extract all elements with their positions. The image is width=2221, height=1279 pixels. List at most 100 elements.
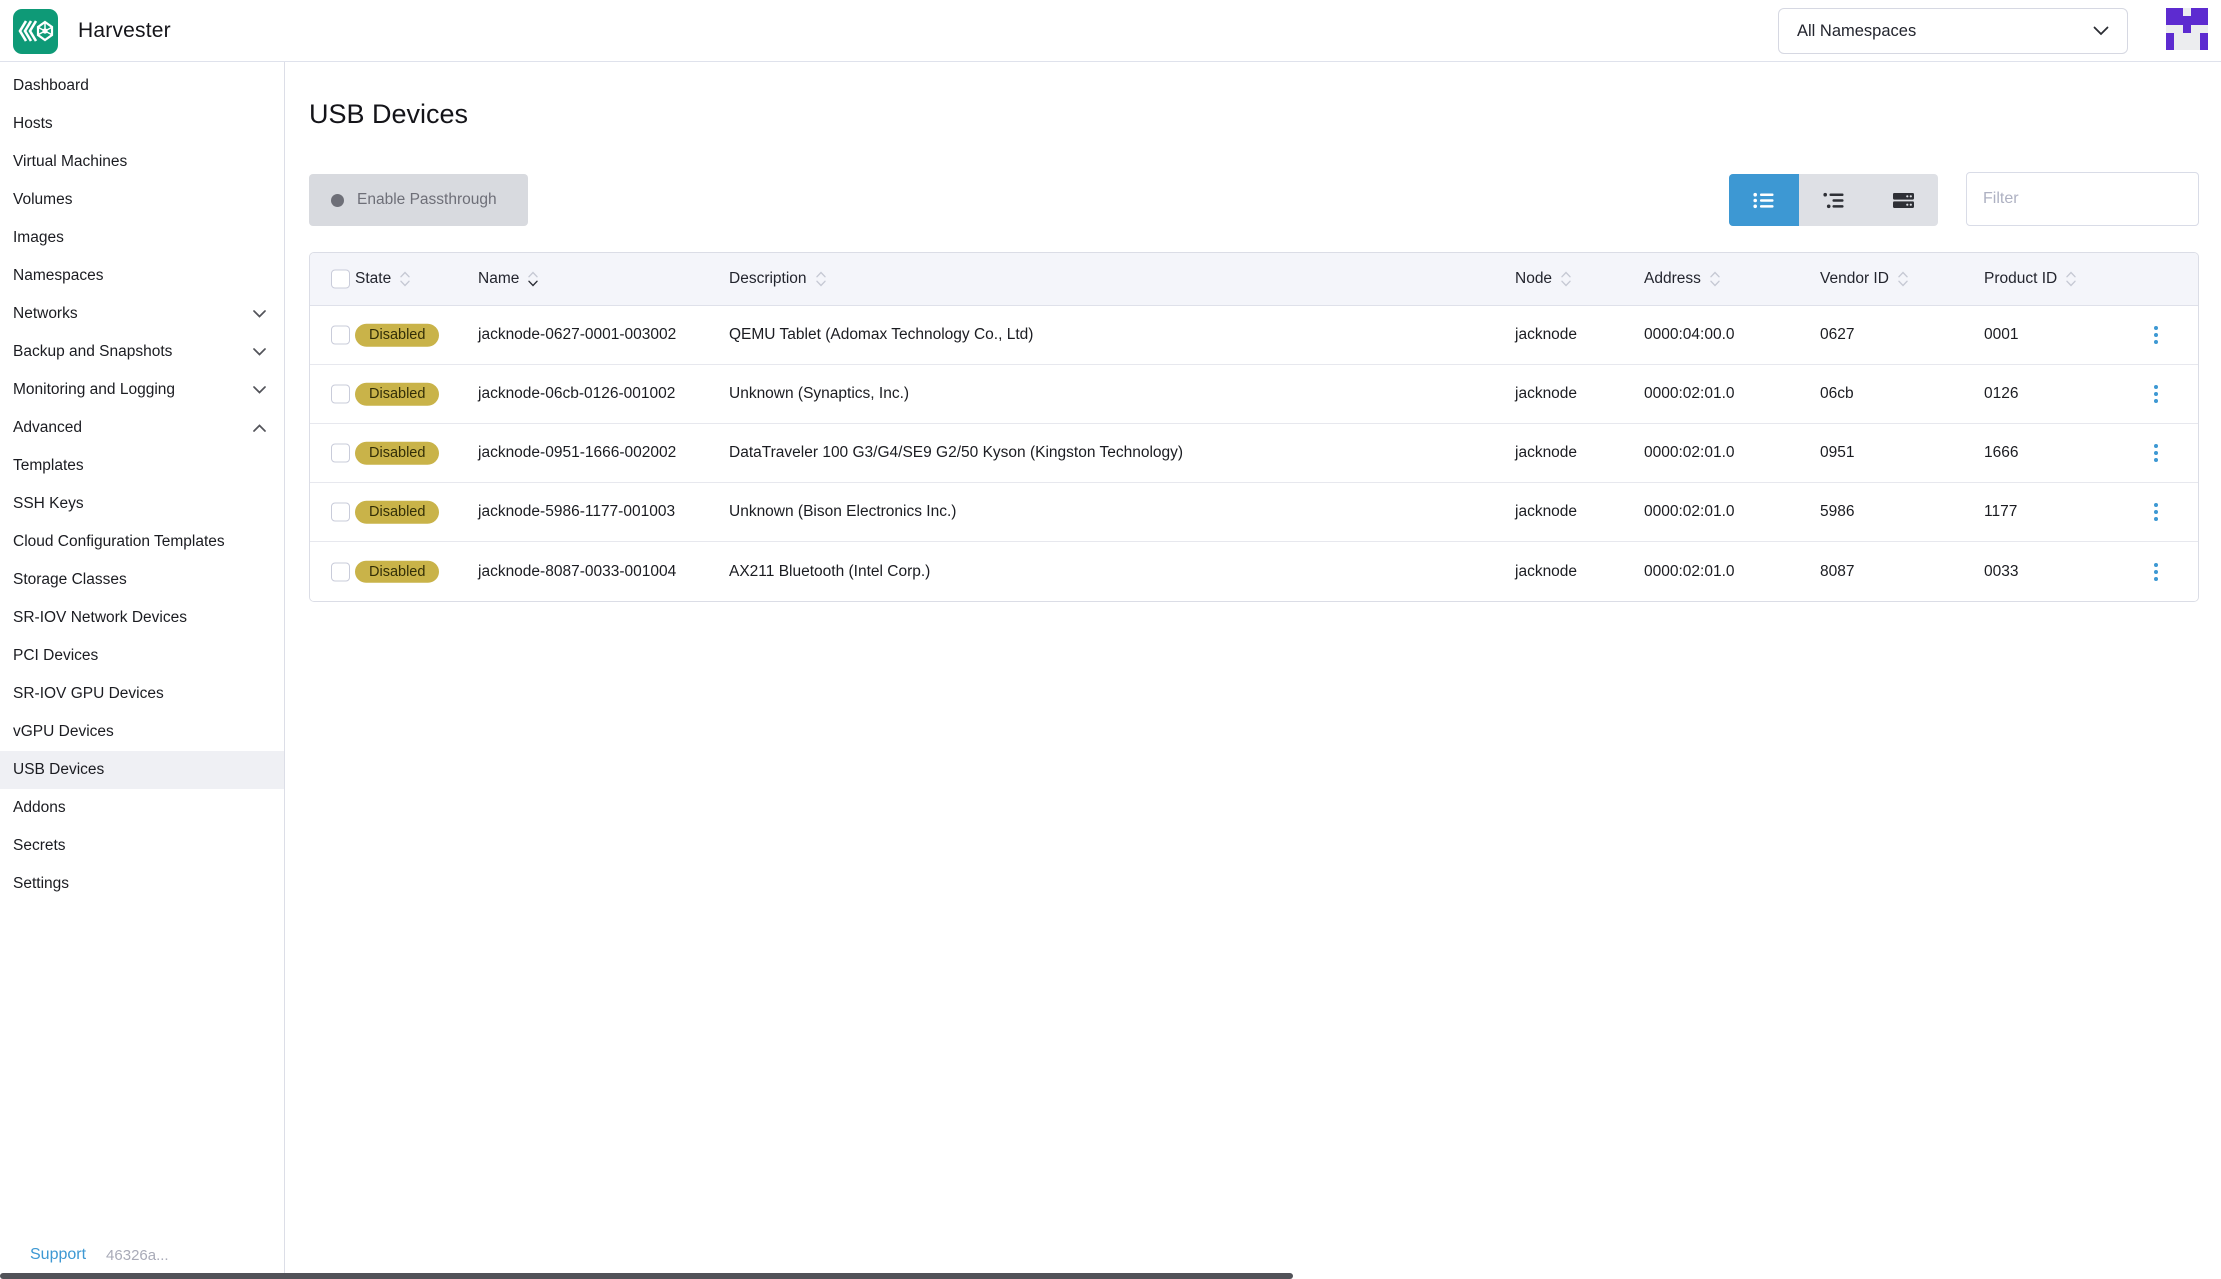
status-badge: Disabled [355,383,439,406]
sidebar: Dashboard Hosts Virtual Machines Volumes… [0,62,285,1279]
row-actions-kebab[interactable] [2148,438,2164,468]
sort-chevrons-icon [2066,271,2076,287]
device-product-id: 1177 [1984,503,2017,521]
sidebar-item-label: Monitoring and Logging [13,381,175,399]
device-node: jacknode [1515,563,1577,581]
select-all-checkbox[interactable] [331,270,350,289]
row-actions-kebab[interactable] [2148,557,2164,587]
sidebar-item-label: Virtual Machines [13,153,127,171]
row-checkbox[interactable] [331,562,350,581]
sidebar-item-label: Backup and Snapshots [13,343,172,361]
table-header-row: State Name Description [310,253,2198,306]
sidebar-item[interactable]: Advanced [0,409,284,447]
sidebar-item[interactable]: Virtual Machines [0,143,284,181]
device-vendor-id: 0951 [1820,444,1854,462]
column-header[interactable]: State [355,270,410,288]
grouped-view-button[interactable] [1799,174,1869,226]
sidebar-item[interactable]: Hosts [0,105,284,143]
sidebar-item[interactable]: SR-IOV GPU Devices [0,675,284,713]
device-product-id: 0126 [1984,385,2018,403]
column-header[interactable]: Node [1515,270,1571,288]
column-header[interactable]: Vendor ID [1820,270,1908,288]
support-link[interactable]: Support [30,1246,86,1264]
sidebar-item-label: PCI Devices [13,647,98,665]
chevron-icon [253,348,266,356]
sidebar-item[interactable]: Settings [0,865,284,903]
column-header[interactable]: Address [1644,270,1720,288]
sort-chevrons-icon [1710,271,1720,287]
row-actions-kebab[interactable] [2148,320,2164,350]
column-header[interactable]: Name [478,270,538,288]
usb-devices-table: State Name Description [309,252,2199,602]
sidebar-item[interactable]: Secrets [0,827,284,865]
sidebar-item-label: Addons [13,799,66,817]
harvester-logo-icon[interactable] [13,9,58,54]
status-badge: Disabled [355,442,439,465]
user-avatar[interactable] [2166,8,2208,50]
filter-input[interactable] [1966,172,2199,226]
sidebar-item[interactable]: vGPU Devices [0,713,284,751]
device-description: Unknown (Bison Electronics Inc.) [729,503,956,521]
sidebar-item[interactable]: SSH Keys [0,485,284,523]
chevron-icon [253,424,266,432]
sidebar-item[interactable]: Images [0,219,284,257]
device-name: jacknode-0627-0001-003002 [478,326,676,344]
sidebar-item-label: Cloud Configuration Templates [13,533,225,551]
list-view-button[interactable] [1729,174,1799,226]
sidebar-item-label: Storage Classes [13,571,127,589]
device-name: jacknode-8087-0033-001004 [478,563,676,581]
device-address: 0000:02:01.0 [1644,503,1735,521]
sidebar-item[interactable]: Storage Classes [0,561,284,599]
sidebar-item-label: Hosts [13,115,53,133]
device-name: jacknode-5986-1177-001003 [478,503,675,521]
row-actions-kebab[interactable] [2148,497,2164,527]
column-header[interactable]: Description [729,270,826,288]
table-row: Disabled jacknode-0627-0001-003002 QEMU … [310,306,2198,365]
device-name: jacknode-0951-1666-002002 [478,444,676,462]
app-title: Harvester [78,0,171,62]
sidebar-item-label: vGPU Devices [13,723,114,741]
sidebar-item[interactable]: SR-IOV Network Devices [0,599,284,637]
device-address: 0000:02:01.0 [1644,444,1735,462]
row-checkbox[interactable] [331,326,350,345]
row-checkbox[interactable] [331,503,350,522]
page-title: USB Devices [309,99,468,130]
column-header[interactable]: Product ID [1984,270,2076,288]
card-view-button[interactable] [1868,174,1938,226]
sidebar-item[interactable]: Dashboard [0,67,284,105]
sort-chevrons-icon [816,271,826,287]
sidebar-item[interactable]: Backup and Snapshots [0,333,284,371]
horizontal-scrollbar[interactable] [0,1273,1293,1279]
sidebar-item-label: Settings [13,875,69,893]
enable-passthrough-label: Enable Passthrough [357,191,497,209]
namespace-selector[interactable]: All Namespaces [1778,8,2128,54]
chevron-icon [253,310,266,318]
sidebar-item-label: USB Devices [13,761,104,779]
sidebar-item[interactable]: Namespaces [0,257,284,295]
device-description: Unknown (Synaptics, Inc.) [729,385,909,403]
row-actions-kebab[interactable] [2148,379,2164,409]
enable-passthrough-button[interactable]: Enable Passthrough [309,174,528,226]
device-node: jacknode [1515,444,1577,462]
sidebar-item[interactable]: Cloud Configuration Templates [0,523,284,561]
sidebar-item[interactable]: USB Devices [0,751,284,789]
device-name: jacknode-06cb-0126-001002 [478,385,675,403]
sidebar-item-label: Advanced [13,419,82,437]
sort-chevrons-icon [528,271,538,287]
sidebar-item[interactable]: PCI Devices [0,637,284,675]
row-checkbox[interactable] [331,444,350,463]
device-address: 0000:04:00.0 [1644,326,1735,344]
sort-chevrons-icon [1898,271,1908,287]
sidebar-item-label: SSH Keys [13,495,84,513]
row-checkbox[interactable] [331,385,350,404]
sidebar-item[interactable]: Templates [0,447,284,485]
table-row: Disabled jacknode-0951-1666-002002 DataT… [310,424,2198,483]
version-text: 46326a... [106,1247,169,1264]
sidebar-footer: Support 46326a... [30,1246,169,1264]
sidebar-item[interactable]: Networks [0,295,284,333]
sidebar-nav: Dashboard Hosts Virtual Machines Volumes… [0,62,284,903]
sidebar-item[interactable]: Addons [0,789,284,827]
sidebar-item[interactable]: Monitoring and Logging [0,371,284,409]
sidebar-item[interactable]: Volumes [0,181,284,219]
table-row: Disabled jacknode-06cb-0126-001002 Unkno… [310,365,2198,424]
